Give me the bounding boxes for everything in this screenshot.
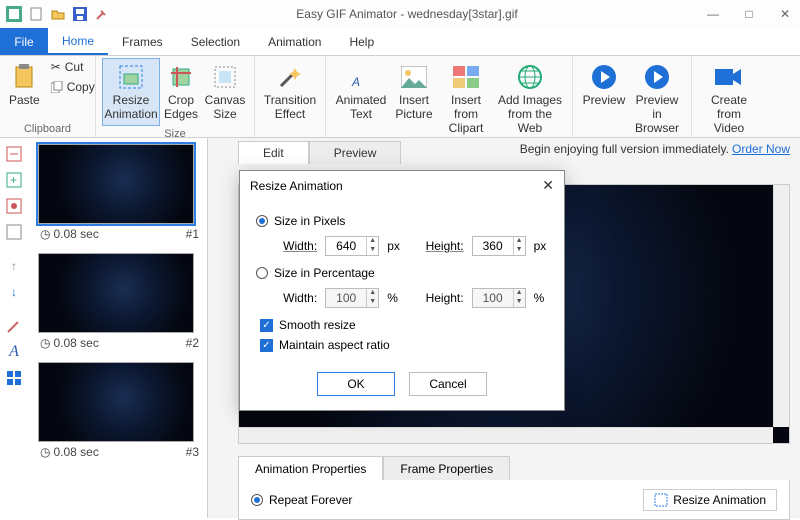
height-pct-input: ▲▼ bbox=[472, 288, 526, 308]
scrollbar-vertical[interactable] bbox=[773, 185, 789, 427]
preview-browser-button[interactable]: Preview in Browser bbox=[629, 58, 685, 140]
doc-tab-preview[interactable]: Preview bbox=[309, 141, 402, 164]
tab-home[interactable]: Home bbox=[48, 28, 108, 55]
height-px-input[interactable]: ▲▼ bbox=[472, 236, 526, 256]
tool-1-icon[interactable] bbox=[4, 144, 24, 164]
clipart-icon bbox=[452, 63, 480, 91]
tab-frames[interactable]: Frames bbox=[108, 28, 177, 55]
resize-animation-link[interactable]: Resize Animation bbox=[643, 489, 777, 511]
order-now-link[interactable]: Order Now bbox=[732, 142, 790, 156]
frames-panel: ◷0.08 sec#1 ◷0.08 sec#2 ◷0.08 sec#3 bbox=[32, 138, 208, 518]
text-tool-icon[interactable]: A bbox=[4, 342, 24, 362]
arrow-down-icon[interactable]: ↓ bbox=[4, 282, 24, 302]
clock-icon: ◷ bbox=[40, 336, 50, 350]
clock-icon: ◷ bbox=[40, 227, 50, 241]
frame-item[interactable]: ◷0.08 sec#3 bbox=[38, 362, 201, 459]
crop-edges-button[interactable]: Crop Edges bbox=[160, 58, 202, 126]
grid-tool-icon[interactable] bbox=[4, 368, 24, 388]
insert-picture-button[interactable]: Insert Picture bbox=[390, 58, 438, 126]
tab-selection[interactable]: Selection bbox=[177, 28, 254, 55]
play-browser-icon bbox=[643, 63, 671, 91]
cancel-button[interactable]: Cancel bbox=[409, 372, 487, 396]
svg-text:A: A bbox=[351, 75, 360, 89]
paste-icon bbox=[10, 63, 38, 91]
dialog-title: Resize Animation bbox=[250, 179, 343, 193]
video-icon bbox=[715, 63, 743, 91]
height-pct-label: Height: bbox=[426, 291, 464, 305]
frame-thumbnail bbox=[38, 362, 194, 442]
animated-text-button[interactable]: A Animated Text bbox=[332, 58, 390, 126]
close-button[interactable]: ✕ bbox=[776, 7, 794, 21]
tab-animation[interactable]: Animation bbox=[254, 28, 335, 55]
width-px-input[interactable]: ▲▼ bbox=[325, 236, 379, 256]
wand-icon bbox=[276, 63, 304, 91]
preview-button[interactable]: Preview bbox=[579, 58, 629, 112]
canvas-size-button[interactable]: Canvas Size bbox=[202, 58, 248, 126]
crop-icon bbox=[167, 63, 195, 91]
scrollbar-horizontal[interactable] bbox=[239, 427, 773, 443]
copy-icon bbox=[51, 81, 63, 93]
radio-size-percent[interactable]: Size in Percentage bbox=[256, 266, 548, 280]
tab-animation-properties[interactable]: Animation Properties bbox=[238, 456, 383, 482]
tool-4-icon[interactable] bbox=[4, 222, 24, 242]
wand-tool-icon[interactable] bbox=[4, 316, 24, 336]
cut-icon: ✂ bbox=[51, 60, 61, 74]
toolstrip: + ↑ ↓ A bbox=[0, 138, 28, 388]
canvas-icon bbox=[211, 63, 239, 91]
arrow-up-icon[interactable]: ↑ bbox=[4, 256, 24, 276]
resize-small-icon bbox=[654, 493, 668, 507]
text-icon: A bbox=[347, 63, 375, 91]
picture-icon bbox=[400, 63, 428, 91]
globe-icon bbox=[516, 63, 544, 91]
width-pct-label: Width: bbox=[282, 291, 317, 305]
doc-tab-edit[interactable]: Edit bbox=[238, 141, 309, 164]
cut-button[interactable]: ✂Cut bbox=[47, 58, 99, 76]
svg-text:+: + bbox=[10, 173, 17, 187]
maximize-button[interactable]: □ bbox=[740, 7, 758, 21]
insert-clipart-button[interactable]: Insert from Clipart bbox=[438, 58, 494, 140]
window-title: Easy GIF Animator - wednesday[3star].gif bbox=[110, 7, 704, 21]
resize-icon bbox=[117, 63, 145, 91]
frame-item[interactable]: ◷0.08 sec#1 bbox=[38, 144, 201, 241]
width-pct-input: ▲▼ bbox=[325, 288, 379, 308]
aspect-ratio-checkbox[interactable]: ✓Maintain aspect ratio bbox=[256, 338, 548, 352]
group-clipboard-label: Clipboard bbox=[6, 121, 89, 137]
frame-thumbnail bbox=[38, 253, 194, 333]
minimize-button[interactable]: ― bbox=[704, 7, 722, 21]
repeat-forever-radio[interactable]: Repeat Forever bbox=[251, 493, 352, 507]
resize-dialog: Resize Animation ✕ Size in Pixels Width:… bbox=[239, 170, 565, 411]
copy-button[interactable]: Copy bbox=[47, 78, 99, 96]
width-label: Width: bbox=[282, 239, 317, 253]
dialog-close-button[interactable]: ✕ bbox=[542, 177, 554, 194]
tab-frame-properties[interactable]: Frame Properties bbox=[383, 456, 510, 482]
radio-size-pixels[interactable]: Size in Pixels bbox=[256, 214, 548, 228]
frame-thumbnail bbox=[38, 144, 194, 224]
transition-effect-button[interactable]: Transition Effect bbox=[261, 58, 319, 126]
tool-3-icon[interactable] bbox=[4, 196, 24, 216]
save-icon[interactable] bbox=[72, 6, 88, 22]
clock-icon: ◷ bbox=[40, 445, 50, 459]
frame-item[interactable]: ◷0.08 sec#2 bbox=[38, 253, 201, 350]
height-label: Height: bbox=[426, 239, 464, 253]
app-icon bbox=[6, 6, 22, 22]
paste-button[interactable]: Paste bbox=[6, 58, 43, 112]
open-icon[interactable] bbox=[50, 6, 66, 22]
resize-animation-button[interactable]: Resize Animation bbox=[102, 58, 160, 126]
file-menu[interactable]: File bbox=[0, 28, 48, 55]
new-icon[interactable] bbox=[28, 6, 44, 22]
tab-help[interactable]: Help bbox=[335, 28, 388, 55]
add-images-web-button[interactable]: Add Images from the Web bbox=[494, 58, 566, 140]
smooth-resize-checkbox[interactable]: ✓Smooth resize bbox=[256, 318, 548, 332]
play-icon bbox=[590, 63, 618, 91]
create-from-video-button[interactable]: Create from Video bbox=[698, 58, 760, 140]
promo-bar: Begin enjoying full version immediately.… bbox=[520, 142, 790, 156]
ok-button[interactable]: OK bbox=[317, 372, 395, 396]
tool-icon[interactable] bbox=[94, 6, 110, 22]
tool-2-icon[interactable]: + bbox=[4, 170, 24, 190]
